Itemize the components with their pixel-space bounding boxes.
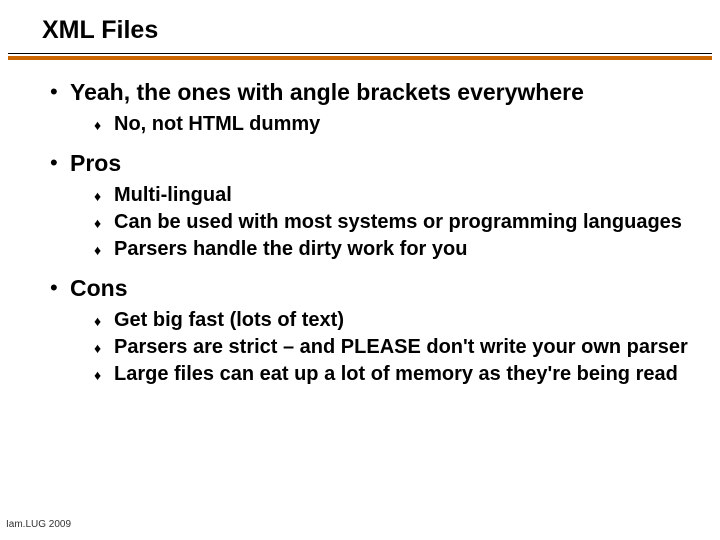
bullet-text: Cons bbox=[70, 274, 128, 302]
bullet-text: Pros bbox=[70, 149, 121, 177]
diamond-bullet-icon: ♦ bbox=[94, 211, 106, 235]
sub-bullet-text: Parsers are strict – and PLEASE don't wr… bbox=[114, 335, 688, 359]
disc-bullet-icon: • bbox=[50, 78, 58, 106]
bullet-level2: ♦ Large files can eat up a lot of memory… bbox=[94, 362, 692, 387]
rule-thin bbox=[8, 53, 712, 54]
sub-bullet-group: ♦ Get big fast (lots of text) ♦ Parsers … bbox=[94, 308, 692, 387]
disc-bullet-icon: • bbox=[50, 274, 58, 302]
diamond-bullet-icon: ♦ bbox=[94, 184, 106, 208]
bullet-level2: ♦ Parsers handle the dirty work for you bbox=[94, 237, 692, 262]
diamond-bullet-icon: ♦ bbox=[94, 113, 106, 137]
bullet-level1: • Pros bbox=[50, 149, 692, 177]
bullet-level2: ♦ Can be used with most systems or progr… bbox=[94, 210, 692, 235]
title-rule bbox=[8, 53, 712, 60]
sub-bullet-group: ♦ No, not HTML dummy bbox=[94, 112, 692, 137]
slide-title: XML Files bbox=[0, 0, 720, 53]
bullet-level2: ♦ No, not HTML dummy bbox=[94, 112, 692, 137]
sub-bullet-text: Multi-lingual bbox=[114, 183, 232, 207]
diamond-bullet-icon: ♦ bbox=[94, 238, 106, 262]
diamond-bullet-icon: ♦ bbox=[94, 309, 106, 333]
bullet-level1: • Cons bbox=[50, 274, 692, 302]
slide-content: • Yeah, the ones with angle brackets eve… bbox=[0, 60, 720, 387]
diamond-bullet-icon: ♦ bbox=[94, 363, 106, 387]
sub-bullet-text: Large files can eat up a lot of memory a… bbox=[114, 362, 678, 386]
disc-bullet-icon: • bbox=[50, 149, 58, 177]
bullet-level2: ♦ Parsers are strict – and PLEASE don't … bbox=[94, 335, 692, 360]
sub-bullet-text: Parsers handle the dirty work for you bbox=[114, 237, 467, 261]
sub-bullet-text: No, not HTML dummy bbox=[114, 112, 320, 136]
bullet-level2: ♦ Multi-lingual bbox=[94, 183, 692, 208]
slide: XML Files • Yeah, the ones with angle br… bbox=[0, 0, 720, 540]
diamond-bullet-icon: ♦ bbox=[94, 336, 106, 360]
bullet-text: Yeah, the ones with angle brackets every… bbox=[70, 78, 584, 106]
slide-footer: Iam.LUG 2009 bbox=[6, 519, 71, 530]
sub-bullet-text: Can be used with most systems or program… bbox=[114, 210, 682, 234]
sub-bullet-text: Get big fast (lots of text) bbox=[114, 308, 344, 332]
bullet-level1: • Yeah, the ones with angle brackets eve… bbox=[50, 78, 692, 106]
sub-bullet-group: ♦ Multi-lingual ♦ Can be used with most … bbox=[94, 183, 692, 262]
bullet-level2: ♦ Get big fast (lots of text) bbox=[94, 308, 692, 333]
